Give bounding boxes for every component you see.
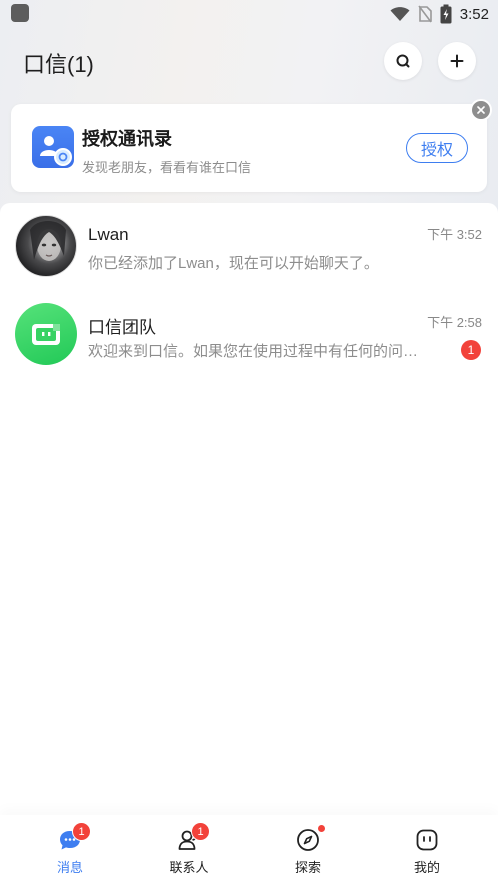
battery-charging-icon: [440, 4, 452, 24]
conversation-preview: 你已经添加了Lwan，现在可以开始聊天了。: [88, 255, 379, 272]
status-icons: 3:52: [390, 3, 489, 25]
explore-dot: [318, 825, 325, 832]
profile-face-icon: [414, 827, 440, 853]
bottom-nav: 1 消息 1 联系人 探索 我的: [0, 815, 498, 885]
close-icon: [477, 106, 485, 114]
contacts-book-icon: [32, 126, 74, 168]
team-avatar: [15, 303, 77, 365]
search-button[interactable]: [384, 42, 422, 80]
tab-messages[interactable]: 1 消息: [8, 815, 132, 885]
tab-me[interactable]: 我的: [365, 815, 489, 885]
conversation-name: 口信团队: [88, 318, 156, 337]
tab-explore[interactable]: 探索: [246, 815, 370, 885]
tab-label: 探索: [294, 860, 321, 875]
plus-icon: [450, 54, 464, 68]
contacts-permission-card: 授权通讯录 发现老朋友，看看有谁在口信 授权: [11, 104, 487, 192]
status-bar: 3:52: [0, 0, 498, 28]
permission-subtitle: 发现老朋友，看看有谁在口信: [82, 160, 252, 175]
wifi-icon: [390, 7, 410, 21]
tab-label: 我的: [413, 860, 440, 875]
conversation-time: 下午 3:52: [427, 227, 482, 242]
conversation-time: 下午 2:58: [427, 315, 482, 330]
tab-contacts[interactable]: 1 联系人: [127, 815, 251, 885]
unread-badge: 1: [461, 340, 481, 360]
status-time: 3:52: [459, 5, 489, 23]
tab-label: 消息: [56, 860, 83, 875]
avatar: [15, 215, 77, 277]
conversation-item[interactable]: 口信团队 下午 2:58 欢迎来到口信。如果您在使用过程中有任何的问… 1: [0, 291, 498, 375]
search-icon: [396, 54, 410, 68]
messages-badge: 1: [72, 822, 91, 841]
no-sim-icon: [418, 5, 432, 23]
close-card-button[interactable]: [470, 99, 492, 121]
page-title: 口信(1): [23, 52, 94, 77]
compass-icon: [295, 827, 321, 853]
conversation-item[interactable]: Lwan 下午 3:52 你已经添加了Lwan，现在可以开始聊天了。: [0, 203, 498, 287]
conversation-name: Lwan: [88, 225, 129, 244]
permission-title: 授权通讯录: [82, 129, 172, 149]
tab-label: 联系人: [169, 860, 209, 875]
conversation-preview: 欢迎来到口信。如果您在使用过程中有任何的问…: [88, 343, 419, 360]
conversation-list: Lwan 下午 3:52 你已经添加了Lwan，现在可以开始聊天了。 口信团队 …: [0, 203, 498, 815]
contacts-badge: 1: [191, 822, 210, 841]
app-icon: [11, 4, 29, 22]
add-button[interactable]: [438, 42, 476, 80]
authorize-button[interactable]: 授权: [406, 133, 468, 163]
